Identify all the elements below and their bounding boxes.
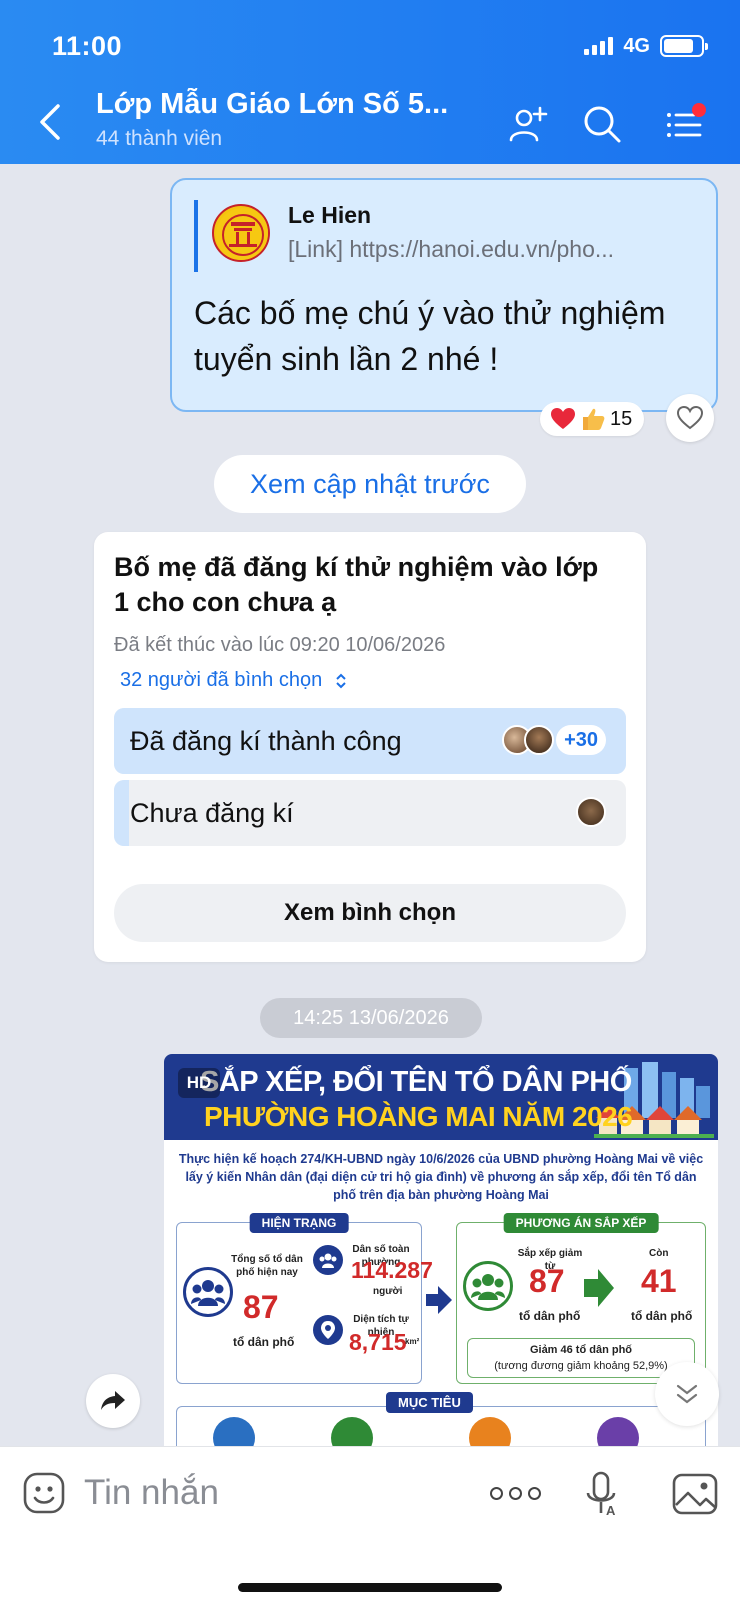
poll-question: Bố mẹ đã đăng kí thử nghiệm vào lớp 1 ch… <box>114 552 599 617</box>
battery-icon <box>660 35 708 57</box>
heart-outline-icon <box>676 405 704 430</box>
message-text: Các bố mẹ chú ý vào thử nghiệm tuyển sin… <box>194 295 666 377</box>
chat-header: 11:00 4G Lớp Mẫu Giáo Lớn Số 5... 44 thà… <box>0 0 740 164</box>
view-previous-updates-button[interactable]: Xem cập nhật trước <box>214 455 526 513</box>
forward-button[interactable] <box>86 1374 140 1428</box>
plan-panel: PHƯƠNG ÁN SẮP XẾP Sắp xếp giảm từ 87 tổ … <box>456 1213 706 1384</box>
like-reaction-icon <box>583 408 605 430</box>
infographic-subtitle: PHƯỜNG HOÀNG MAI NĂM 2026 <box>204 1101 633 1132</box>
reaction-summary[interactable]: 15 <box>540 402 645 436</box>
message-bubble[interactable]: Le Hien [Link] https://hanoi.edu.vn/pho.… <box>170 178 718 412</box>
chevron-double-down-icon <box>676 1384 698 1404</box>
poll-vote-count-label: 32 người đã bình chọn <box>120 669 323 691</box>
svg-text:A: A <box>606 1503 616 1517</box>
remain-label: Còn <box>649 1248 669 1259</box>
arrow-right-icon <box>426 1286 452 1314</box>
more-options-icon[interactable] <box>490 1487 541 1500</box>
infographic-title: SẮP XẾP, ĐỔI TÊN TỔ DÂN PHỐ <box>200 1066 632 1098</box>
arrow-right-icon <box>584 1269 614 1307</box>
building-goal-icon <box>597 1417 639 1446</box>
scroll-to-bottom-button[interactable] <box>655 1362 719 1426</box>
hd-badge: HD <box>178 1068 220 1098</box>
poll-vote-count[interactable]: 32 người đã bình chọn <box>120 669 348 692</box>
avatar <box>576 797 606 827</box>
chat-title-block[interactable]: Lớp Mẫu Giáo Lớn Số 5... 44 thành viên <box>96 88 486 151</box>
current-status-tag: HIỆN TRẠNG <box>249 1213 349 1233</box>
population-unit: người <box>373 1286 403 1297</box>
poll-card: Bố mẹ đã đăng kí thử nghiệm vào lớp 1 ch… <box>94 532 646 962</box>
view-poll-button[interactable]: Xem bình chọn <box>114 884 626 942</box>
population-icon <box>313 1245 343 1275</box>
reduction-note-line2: (tương đương giảm khoảng 52,9%) <box>494 1360 668 1372</box>
area-icon <box>313 1315 343 1345</box>
heart-reaction-icon <box>551 408 575 429</box>
menu-icon[interactable] <box>664 102 708 146</box>
home-indicator <box>238 1583 502 1592</box>
quote-link-text[interactable]: [Link] https://hanoi.edu.vn/pho... <box>288 236 708 263</box>
status-bar: 11:00 4G <box>52 28 708 64</box>
quoted-link[interactable]: Le Hien [Link] https://hanoi.edu.vn/pho.… <box>194 200 694 272</box>
reaction-count: 15 <box>610 407 633 430</box>
sticker-icon[interactable] <box>22 1471 66 1515</box>
quote-sender: Le Hien <box>288 202 372 228</box>
add-member-icon[interactable] <box>506 102 550 146</box>
poll-option-fill <box>114 780 130 846</box>
settings-goal-icon <box>213 1417 255 1446</box>
network-label: 4G <box>623 34 650 57</box>
reduction-note-line1: Giảm 46 tổ dân phố <box>529 1344 633 1356</box>
react-button[interactable] <box>666 394 714 442</box>
forward-icon <box>101 1391 125 1410</box>
member-count: 44 thành viên <box>96 127 223 150</box>
poll-end-time: Đã kết thúc vào lúc 09:20 10/06/2026 <box>114 634 446 656</box>
area-value: 8,715 <box>349 1329 407 1355</box>
plan-tag: PHƯƠNG ÁN SẮP XẾP <box>503 1213 659 1233</box>
remain-unit: tổ dân phố <box>631 1309 693 1323</box>
message-input[interactable]: Tin nhắn <box>84 1473 219 1513</box>
hanoi-edu-logo <box>212 204 270 262</box>
back-icon[interactable] <box>36 102 66 142</box>
expand-icon <box>336 673 346 688</box>
voter-avatars <box>576 797 606 827</box>
image-icon[interactable] <box>672 1473 718 1515</box>
current-status-panel: HIỆN TRẠNG Tổng số tổ dân phố hiện nay 8… <box>176 1213 433 1384</box>
search-icon[interactable] <box>580 102 624 146</box>
status-time: 11:00 <box>52 30 123 61</box>
reduce-from-value: 87 <box>529 1263 565 1299</box>
reduction-note: Giảm 46 tổ dân phố (tương đương giảm kho… <box>467 1338 695 1378</box>
group-icon <box>463 1261 513 1311</box>
group-name: Lớp Mẫu Giáo Lớn Số 5... <box>96 88 449 120</box>
infographic-banner: SẮP XẾP, ĐỔI TÊN TỔ DÂN PHỐ PHƯỜNG HOÀNG… <box>164 1054 718 1140</box>
poll-option-label: Đã đăng kí thành công <box>130 726 402 756</box>
status-indicators: 4G <box>584 34 708 58</box>
megaphone-goal-icon <box>469 1417 511 1446</box>
total-unit: tổ dân phố <box>233 1335 295 1349</box>
goals-tag: MỤC TIÊU <box>386 1392 473 1413</box>
total-value: 87 <box>243 1289 279 1325</box>
poll-option-label: Chưa đăng kí <box>130 798 294 828</box>
poll-option-not-registered[interactable]: Chưa đăng kí <box>114 780 626 846</box>
area-unit: km² <box>405 1337 420 1346</box>
signal-icon <box>584 37 614 55</box>
remain-value: 41 <box>641 1263 677 1299</box>
message-input-bar: Tin nhắn A <box>0 1446 740 1602</box>
voter-avatars: +30 <box>502 725 606 755</box>
more-voters-badge: +30 <box>556 725 606 755</box>
infographic-image[interactable]: SẮP XẾP, ĐỔI TÊN TỔ DÂN PHỐ PHƯỜNG HOÀNG… <box>164 1054 718 1446</box>
population-value: 114.287 <box>351 1257 433 1283</box>
date-divider: 14:25 13/06/2026 <box>260 998 482 1038</box>
infographic-description: Thực hiện kế hoạch 274/KH-UBND ngày 10/6… <box>178 1152 704 1202</box>
voice-input-icon[interactable]: A <box>584 1471 622 1517</box>
poll-option-registered[interactable]: Đã đăng kí thành công +30 <box>114 708 626 774</box>
people-goal-icon <box>331 1417 373 1446</box>
total-label: Tổng số tổ dân phố hiện nay <box>231 1254 303 1278</box>
avatar <box>524 725 555 755</box>
reduce-from-unit: tổ dân phố <box>519 1309 581 1323</box>
